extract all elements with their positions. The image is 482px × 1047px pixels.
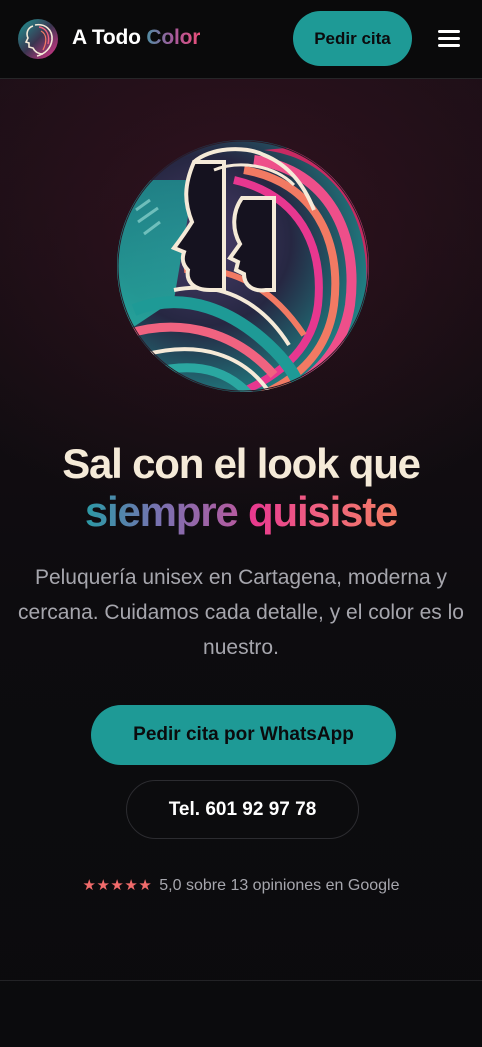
hero-subtitle: Peluquería unisex en Cartagena, moderna … bbox=[18, 566, 464, 659]
hero-title: Sal con el look que siempre quisiste bbox=[0, 440, 482, 536]
header-book-button[interactable]: Pedir cita bbox=[293, 11, 412, 66]
phone-call-button[interactable]: Tel. 601 92 97 78 bbox=[126, 780, 359, 839]
brand-name-part2: Color bbox=[146, 26, 201, 49]
google-rating: ★★★★★ 5,0 sobre 13 opiniones en Google bbox=[0, 876, 482, 895]
site-header: A Todo Color Pedir cita bbox=[0, 0, 482, 79]
section-divider bbox=[0, 980, 482, 981]
hero-illustration-icon bbox=[117, 140, 369, 392]
hamburger-menu-icon[interactable] bbox=[436, 27, 464, 49]
hero-title-line2: siempre quisiste bbox=[0, 488, 482, 536]
brand-logo-icon[interactable] bbox=[17, 18, 59, 60]
whatsapp-booking-button[interactable]: Pedir cita por WhatsApp bbox=[91, 705, 396, 765]
hero-title-word-siempre: siempre bbox=[84, 488, 239, 535]
page: A Todo Color Pedir cita Sal con el look … bbox=[0, 0, 482, 1047]
brand-name-part1: A Todo bbox=[72, 26, 141, 49]
hero-title-line1: Sal con el look que bbox=[62, 440, 421, 487]
rating-text: 5,0 sobre 13 opiniones en Google bbox=[159, 877, 400, 894]
brand-name[interactable]: A Todo Color bbox=[72, 26, 200, 50]
hero-title-word-quisiste: quisiste bbox=[248, 488, 398, 535]
rating-stars-icon: ★★★★★ bbox=[82, 877, 153, 894]
